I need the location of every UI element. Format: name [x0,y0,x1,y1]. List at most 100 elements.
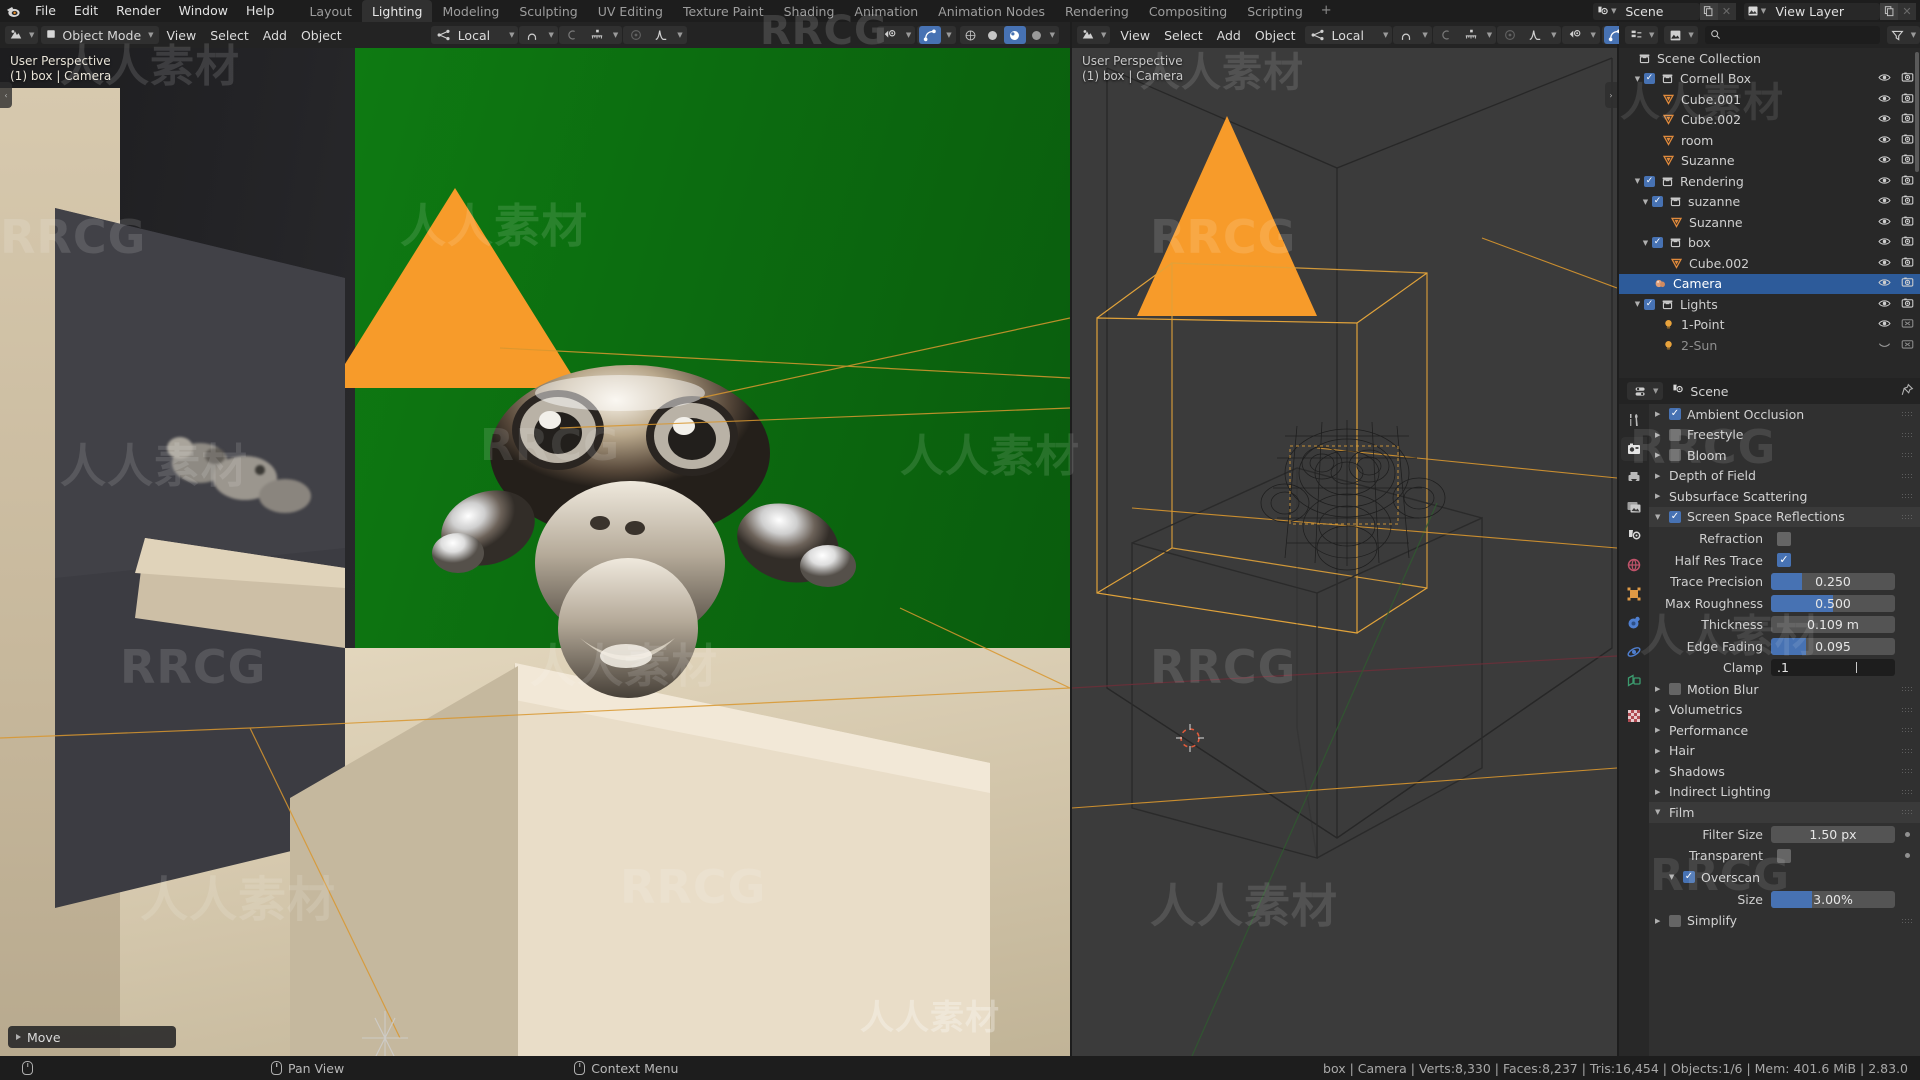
new-view-layer-button[interactable] [1880,2,1898,20]
property-panel-header[interactable]: ▶ Indirect Lighting [1649,782,1920,803]
proportional-falloff-left[interactable]: ▼ [623,26,687,44]
outliner-editor-type[interactable]: ▼ [1625,26,1659,44]
visibility-dropdown-right[interactable]: ▼ [1561,26,1600,44]
field-widget[interactable]: 1.50 px [1771,825,1895,843]
editor-type-selector-right[interactable]: ▼ [1077,26,1111,44]
eye-icon[interactable] [1878,71,1891,86]
field-checkbox[interactable]: ✓ [1777,553,1791,567]
collection-checkbox[interactable]: ✓ [1644,298,1655,310]
property-panel-header[interactable]: ▶ Hair [1649,741,1920,762]
outliner-row[interactable]: Cube.002 [1619,253,1920,274]
menu-help[interactable]: Help [237,2,284,20]
property-panel-header[interactable]: ▶ Performance [1649,720,1920,741]
menu-window[interactable]: Window [170,2,237,20]
eye-icon[interactable] [1878,92,1891,107]
outliner-row[interactable]: ▼ ✓ suzanne [1619,192,1920,213]
property-panel-header[interactable]: ▼ Film [1649,802,1920,823]
outliner-row[interactable]: ▼ ✓ Cornell Box [1619,69,1920,90]
panel-enable-checkbox[interactable] [1669,449,1681,462]
disclosure-triangle-icon[interactable] [1655,212,1668,232]
eye-icon[interactable] [1878,235,1891,250]
disclosure-triangle-icon[interactable]: ▼ [1639,192,1652,212]
menu-edit[interactable]: Edit [65,2,107,20]
outliner-filter[interactable]: ▼ [1886,26,1920,44]
field-widget[interactable]: 0.109 m [1771,616,1895,633]
camera-icon[interactable] [1901,215,1914,230]
pin-icon[interactable] [1901,383,1914,399]
camera-icon[interactable] [1901,174,1914,189]
delete-scene-button[interactable]: ✕ [1717,2,1736,20]
vp-menu-object[interactable]: Object [294,26,349,44]
panel-drag-handle[interactable] [1901,809,1912,816]
property-panel-header[interactable]: ▶ Bloom [1649,445,1920,466]
chevron-right-icon[interactable]: ▶ [1655,431,1669,439]
property-panel-header[interactable]: ▼ ✓ Screen Space Reflections [1649,506,1920,527]
blender-logo-icon[interactable] [0,0,26,22]
property-panel-header[interactable]: ▶ ✓ Ambient Occlusion [1649,404,1920,425]
eye-icon[interactable] [1878,297,1891,312]
panel-drag-handle[interactable] [1901,788,1912,796]
animate-property-dot[interactable] [1905,831,1910,837]
workspace-tab-rendering[interactable]: Rendering [1055,0,1139,22]
tab-view-layer[interactable] [1621,495,1647,519]
tab-world[interactable] [1621,553,1647,577]
gizmo-dropdown-left[interactable]: ▼ [917,26,956,44]
chevron-down-icon[interactable]: ▼ [1669,873,1683,881]
outliner-row[interactable]: Cube.001 [1619,89,1920,110]
tab-physics[interactable] [1621,640,1647,664]
camera-icon[interactable] [1901,256,1914,271]
panel-drag-handle[interactable] [1901,472,1912,480]
camera-icon[interactable] [1901,71,1914,86]
visibility-dropdown-left[interactable]: ▼ [876,26,916,44]
outliner-row[interactable]: 2-Sun [1619,335,1920,356]
disclosure-triangle-icon[interactable]: ▼ [1639,233,1652,253]
overscan-panel-header[interactable]: ▼ ✓ Overscan [1649,867,1920,888]
field-widget[interactable]: 0.095 [1771,637,1895,655]
camera-icon[interactable] [1901,133,1914,148]
eye-icon[interactable] [1878,174,1891,189]
workspace-tab-texture-paint[interactable]: Texture Paint [673,0,774,22]
outliner-row[interactable]: ▼ ✓ box [1619,233,1920,254]
panel-enable-checkbox[interactable]: ✓ [1669,510,1681,523]
eye-icon[interactable] [1878,133,1891,148]
workspace-tab-uv-editing[interactable]: UV Editing [588,0,673,22]
workspace-tab-shading[interactable]: Shading [774,0,845,22]
disclosure-triangle-icon[interactable] [1623,48,1636,68]
outliner-row[interactable]: ▼ ✓ Lights [1619,294,1920,315]
disclosure-triangle-icon[interactable] [1655,253,1668,273]
vp-menu-select[interactable]: Select [203,26,256,44]
workspace-tab-compositing[interactable]: Compositing [1139,0,1237,22]
tab-material[interactable] [1621,704,1647,728]
property-panel-header[interactable]: ▶ Shadows [1649,761,1920,782]
camera-icon[interactable] [1901,276,1914,291]
outliner-row[interactable]: room [1619,130,1920,151]
menu-render[interactable]: Render [107,2,170,20]
proportional-edit-right[interactable]: ▼ [1432,26,1497,44]
tab-output[interactable] [1621,466,1647,490]
delete-view-layer-button[interactable]: ✕ [1898,2,1916,20]
outliner-row[interactable]: 1-Point [1619,315,1920,336]
chevron-right-icon[interactable]: ▶ [1655,747,1669,755]
tab-render[interactable] [1621,437,1647,461]
tab-object[interactable] [1621,582,1647,606]
viewport-right-3d[interactable]: User Perspective (1) box | Camera › [1072,48,1617,1056]
workspace-tab-animation-nodes[interactable]: Animation Nodes [928,0,1055,22]
tab-tool[interactable] [1621,408,1647,432]
panel-enable-checkbox[interactable] [1669,683,1681,696]
tab-scene[interactable] [1621,524,1647,548]
outliner-scrollbar[interactable] [1915,52,1919,172]
camera-icon[interactable] [1901,194,1914,209]
workspace-tab-layout[interactable]: Layout [299,0,362,22]
shading-mode-group-left[interactable]: ▼ [959,26,1059,44]
operator-redo-panel[interactable]: Move [8,1026,176,1048]
wireframe-shading-icon[interactable] [960,26,982,44]
transform-orientation-left[interactable]: Local ▼ [430,26,519,44]
snap-toggle-right[interactable]: ▼ [1393,26,1432,44]
panel-drag-handle[interactable] [1901,431,1912,439]
viewport-right-sidebar-toggle[interactable]: › [1605,82,1617,108]
panel-enable-checkbox[interactable] [1669,914,1681,927]
collection-checkbox[interactable]: ✓ [1644,175,1655,187]
disclosure-triangle-icon[interactable] [1647,315,1660,335]
camera-icon[interactable] [1901,112,1914,127]
vp-menu-view[interactable]: View [160,26,204,44]
